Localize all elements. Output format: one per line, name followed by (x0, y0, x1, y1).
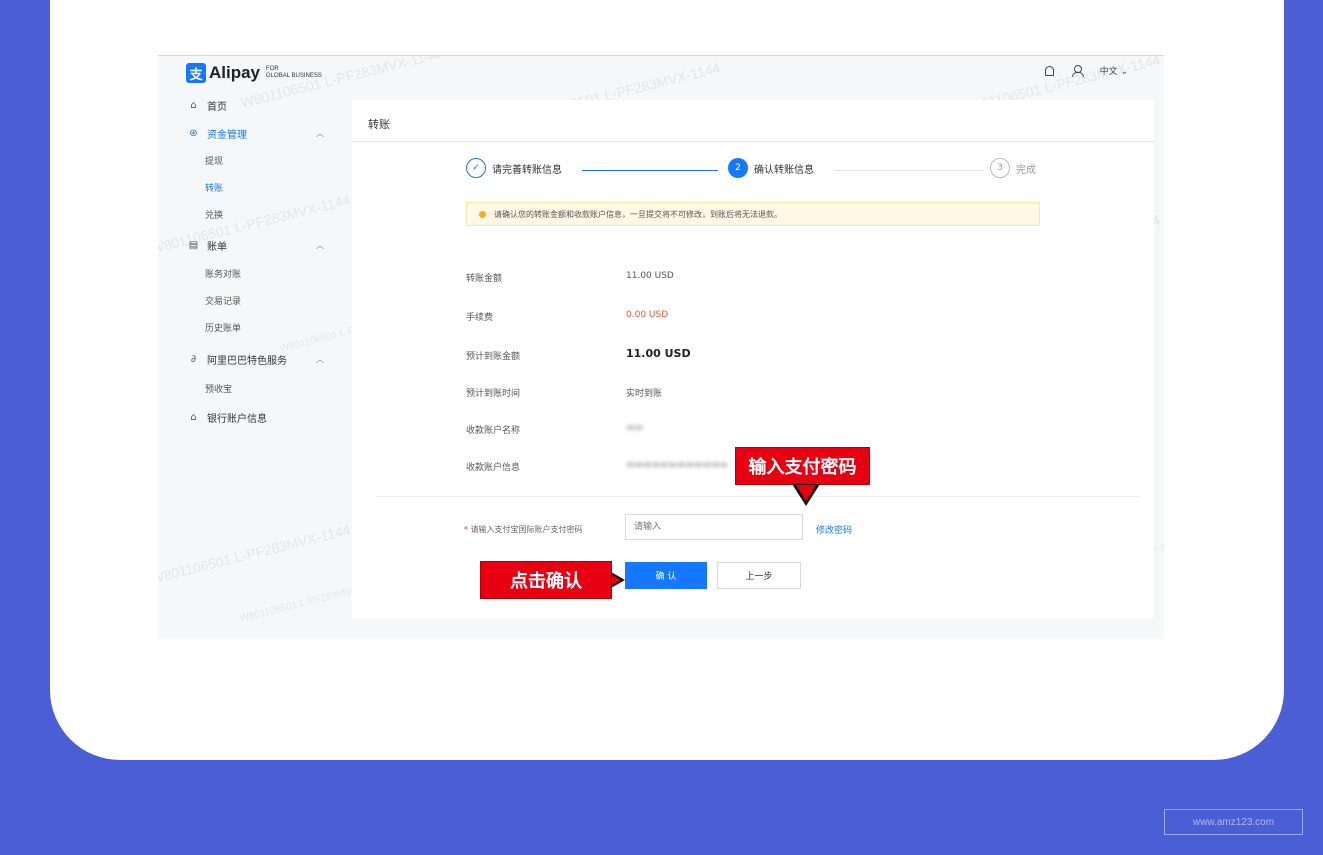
sidebar-item-bills[interactable]: ▤ 账单 (188, 238, 227, 253)
home-icon: ⌂ (190, 100, 197, 111)
sidebar-item-exchange[interactable]: 兑换 (205, 208, 223, 221)
transfer-amount: 11.00 USD (626, 271, 674, 281)
chevron-up-icon[interactable]: ︿ (316, 354, 324, 365)
top-bar: 支 Alipay FOR GLOBAL BUSINESS 中文 ⌄ (158, 56, 1164, 90)
fee-amount: 0.00 USD (626, 310, 669, 320)
arrival-amount: 11.00 USD (626, 347, 691, 360)
top-actions: 中文 ⌄ (1044, 64, 1128, 77)
sidebar-item-bank[interactable]: ⌂ 银行账户信息 (188, 410, 267, 425)
check-icon: ✓ (466, 158, 486, 178)
alipay-screenshot: W801106501 L-PF283MVX-1144 W801106501 L-… (158, 55, 1164, 639)
bell-icon[interactable] (1044, 65, 1054, 76)
payee-account-redacted: ▬▬▬▬▬▬▬▬▬▬▬▬ (626, 460, 729, 470)
chevron-up-icon[interactable]: ︿ (316, 128, 324, 139)
dollar-circle-icon: ⊛ (189, 128, 198, 139)
warning-icon (479, 210, 486, 218)
step-3: 3 完成 (990, 158, 1036, 178)
sidebar-item-home[interactable]: ⌂ 首页 (188, 98, 227, 113)
step-1: ✓ 请完善转账信息 (466, 158, 562, 178)
step-connector (834, 170, 984, 171)
chevron-up-icon[interactable]: ︿ (316, 240, 324, 251)
arrow-down-icon (792, 484, 820, 506)
brand-name: Alipay (209, 63, 261, 82)
transfer-panel: 转账 ✓ 请完善转账信息 2 确认转账信息 3 完成 请确认您的转账金额和收款账… (352, 100, 1154, 618)
sidebar-item-prepay[interactable]: 预收宝 (205, 382, 232, 395)
alipay-logo[interactable]: 支 Alipay FOR GLOBAL BUSINESS (186, 63, 322, 83)
password-label: * 请输入支付宝国际账户支付密码 (464, 525, 583, 534)
sidebar: ⌂ 首页 ⊛ 资金管理 ︿ 提现 转账 兑换 ▤ 账单 ︿ 账务对账 交易记录 … (158, 90, 338, 639)
password-callout: 输入支付密码 (736, 448, 869, 484)
document-icon: ▤ (188, 240, 199, 251)
sidebar-item-transfer[interactable]: 转账 (205, 181, 223, 194)
bank-icon: ⌂ (190, 412, 197, 423)
stepper: ✓ 请完善转账信息 2 确认转账信息 3 完成 (352, 158, 1154, 182)
payment-password-input[interactable] (625, 514, 803, 540)
sidebar-item-withdraw[interactable]: 提现 (205, 154, 223, 167)
sidebar-item-funds[interactable]: ⊛ 资金管理 (188, 126, 247, 141)
step-2: 2 确认转账信息 (728, 158, 814, 178)
alibaba-icon: ∂ (190, 354, 197, 365)
sidebar-item-alibaba[interactable]: ∂ 阿里巴巴特色服务 (188, 352, 287, 367)
user-icon[interactable] (1071, 65, 1084, 77)
brand-subtitle: FOR GLOBAL BUSINESS (266, 66, 322, 79)
sidebar-item-transactions[interactable]: 交易记录 (205, 294, 241, 307)
sidebar-item-history[interactable]: 历史账单 (205, 321, 241, 334)
site-watermark: www.amz123.com (1164, 809, 1303, 835)
step-connector (582, 170, 718, 171)
alipay-logo-icon: 支 (186, 63, 206, 83)
payee-name-redacted: ▬▬ (626, 423, 644, 433)
language-switch[interactable]: 中文 ⌄ (1100, 64, 1128, 77)
warning-notice: 请确认您的转账金额和收款账户信息，一旦提交将不可修改，到账后将无法退款。 (466, 202, 1040, 226)
confirm-callout: 点击确认 (481, 562, 611, 598)
confirm-button[interactable]: 确 认 (625, 562, 707, 589)
divider (352, 141, 1154, 142)
arrival-time: 实时到账 (626, 389, 663, 399)
change-password-link[interactable]: 修改密码 (816, 523, 852, 536)
arrow-right-icon (611, 572, 625, 588)
page-title: 转账 (368, 118, 390, 131)
divider (376, 496, 1140, 497)
previous-step-button[interactable]: 上一步 (717, 562, 801, 589)
sidebar-item-reconcile[interactable]: 账务对账 (205, 267, 241, 280)
